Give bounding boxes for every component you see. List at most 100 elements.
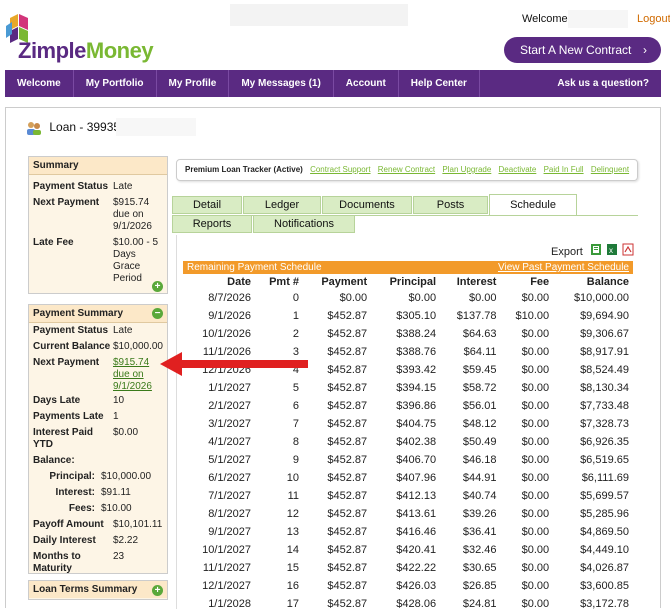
table-cell: 4/1/2027 <box>208 436 252 448</box>
table-row: 4/1/2027 8 $452.87 $402.38 $50.49 $0.00 $6,926… <box>183 433 633 451</box>
export-pdf-icon[interactable] <box>622 243 634 256</box>
table-cell: $56.01 <box>462 400 497 412</box>
tab-reports[interactable]: Reports <box>172 215 252 233</box>
expand-plus-icon[interactable]: + <box>152 281 163 292</box>
table-cell: $0.00 <box>521 292 550 304</box>
table-cell: $58.72 <box>462 382 497 394</box>
schedule-title-bar: Remaining Payment Schedule View Past Pay… <box>183 261 633 274</box>
tab-detail[interactable]: Detail <box>172 196 242 214</box>
table-cell: $5,699.57 <box>580 490 629 502</box>
table-row: 1/1/2028 17 $452.87 $428.06 $24.81 $0.00 $3,17… <box>183 595 633 613</box>
loan-heading: Loan - 39935 <box>26 120 120 135</box>
table-cell: $452.87 <box>327 544 368 556</box>
nav-account[interactable]: Account <box>334 70 399 97</box>
table-cell: 9/1/2026 <box>208 310 252 322</box>
nav-welcome[interactable]: Welcome <box>5 70 74 97</box>
table-cell: $452.87 <box>327 310 368 322</box>
loan-terms-title[interactable]: Loan Terms Summary + <box>29 581 167 598</box>
table-cell: $0.00 <box>521 382 550 394</box>
table-cell: $426.03 <box>396 580 437 592</box>
table-cell: $452.87 <box>327 580 368 592</box>
tab-posts[interactable]: Posts <box>413 196 488 214</box>
table-cell: $6,111.69 <box>581 472 629 484</box>
table-cell: $64.63 <box>462 328 497 340</box>
table-row: 1/1/2027 5 $452.87 $394.15 $58.72 $0.00 $8,130… <box>183 379 633 397</box>
table-cell: 3/1/2027 <box>208 418 252 430</box>
table-row: 7/1/2027 11 $452.87 $412.13 $40.74 $0.00 $5,69… <box>183 487 633 505</box>
table-cell: 13 <box>286 526 300 538</box>
view-past-schedule-link[interactable]: View Past Payment Schedule <box>498 261 629 274</box>
table-cell: $396.86 <box>396 400 437 412</box>
table-cell: $40.74 <box>462 490 497 502</box>
table-row: 9/1/2026 1 $452.87 $305.10 $137.78 $10.00 $9,6… <box>183 307 633 325</box>
table-row: 9/1/2027 13 $452.87 $416.46 $36.41 $0.00 $4,86… <box>183 523 633 541</box>
table-cell: $0.00 <box>468 292 497 304</box>
paid-in-full-link[interactable]: Paid In Full <box>544 165 584 174</box>
plan-upgrade-link[interactable]: Plan Upgrade <box>442 165 491 174</box>
table-cell: $32.46 <box>462 544 497 556</box>
renew-contract-link[interactable]: Renew Contract <box>378 165 435 174</box>
table-cell: 14 <box>286 544 300 556</box>
table-cell: 11/1/2027 <box>202 562 252 574</box>
table-cell: $10,000.00 <box>573 292 629 304</box>
table-cell: $0.00 <box>521 598 550 610</box>
table-cell: $36.41 <box>462 526 497 538</box>
export-excel-icon[interactable]: x <box>606 243 618 256</box>
summary-row: Late Fee $10.00 - 5 Days Grace Period <box>33 237 159 284</box>
ps-row: Balance: <box>33 455 75 466</box>
table-cell: $0.00 <box>521 436 550 448</box>
table-cell: $44.91 <box>462 472 497 484</box>
table-cell: $0.00 <box>521 418 550 430</box>
loan-title: Loan - 39935 <box>49 120 121 134</box>
chevron-right-icon: › <box>643 43 647 57</box>
table-cell: 11 <box>287 490 300 502</box>
table-cell: $452.87 <box>327 472 368 484</box>
table-row: 10/1/2026 2 $452.87 $388.24 $64.63 $0.00 $9,30… <box>183 325 633 343</box>
table-cell: $4,449.10 <box>580 544 629 556</box>
ps-row: Daily Interest $2.22 <box>33 535 139 546</box>
table-row: 2/1/2027 6 $452.87 $396.86 $56.01 $0.00 $7,733… <box>183 397 633 415</box>
summary-row: Next Payment $915.74 due on 9/1/2026 <box>33 197 152 232</box>
table-cell: $394.15 <box>396 382 437 394</box>
nav-my-messages[interactable]: My Messages (1) <box>229 70 334 97</box>
table-cell: $452.87 <box>327 400 368 412</box>
summary-title: Summary <box>29 157 167 175</box>
table-cell: $393.42 <box>396 364 437 376</box>
tab-schedule[interactable]: Schedule <box>489 194 577 216</box>
schedule-title: Remaining Payment Schedule <box>187 262 322 273</box>
redacted-area <box>116 118 196 136</box>
nav-help-center[interactable]: Help Center <box>399 70 480 97</box>
table-cell: $305.10 <box>396 310 437 322</box>
table-cell: 12 <box>286 508 300 520</box>
collapse-minus-icon[interactable]: − <box>152 308 163 319</box>
table-cell: $0.00 <box>339 292 368 304</box>
tab-notifications[interactable]: Notifications <box>253 215 355 233</box>
contract-support-link[interactable]: Contract Support <box>310 165 370 174</box>
next-payment-link[interactable]: $915.74 due on 9/1/2026 <box>113 357 163 392</box>
summary-row: Payment Status Late <box>33 181 133 192</box>
nav-ask-question[interactable]: Ask us a question? <box>545 70 661 97</box>
welcome-text: Welcome, <box>522 13 571 25</box>
logout-link[interactable]: Logout <box>637 13 670 25</box>
ps-row: Days Late 10 <box>33 395 125 406</box>
nav-my-profile[interactable]: My Profile <box>157 70 230 97</box>
table-cell: $406.70 <box>396 454 437 466</box>
deactivate-link[interactable]: Deactivate <box>499 165 537 174</box>
column-header: Balance <box>586 275 629 288</box>
tab-documents[interactable]: Documents <box>322 196 412 214</box>
export-csv-icon[interactable] <box>590 243 602 256</box>
redacted-area <box>230 4 408 26</box>
tab-ledger[interactable]: Ledger <box>243 196 321 214</box>
nav-my-portfolio[interactable]: My Portfolio <box>74 70 157 97</box>
table-cell: 8 <box>292 436 300 448</box>
table-cell: $48.12 <box>462 418 497 430</box>
export-label: Export <box>551 246 583 258</box>
table-cell: $0.00 <box>521 508 550 520</box>
expand-plus-icon[interactable]: + <box>152 585 163 596</box>
column-header: Fee <box>530 275 550 288</box>
start-new-contract-button[interactable]: Start A New Contract › <box>504 37 661 63</box>
delinquent-link[interactable]: Delinquent <box>591 165 629 174</box>
payment-summary-title: Payment Summary − <box>29 305 167 323</box>
table-cell: $137.78 <box>456 310 497 322</box>
table-cell: $0.00 <box>521 328 550 340</box>
